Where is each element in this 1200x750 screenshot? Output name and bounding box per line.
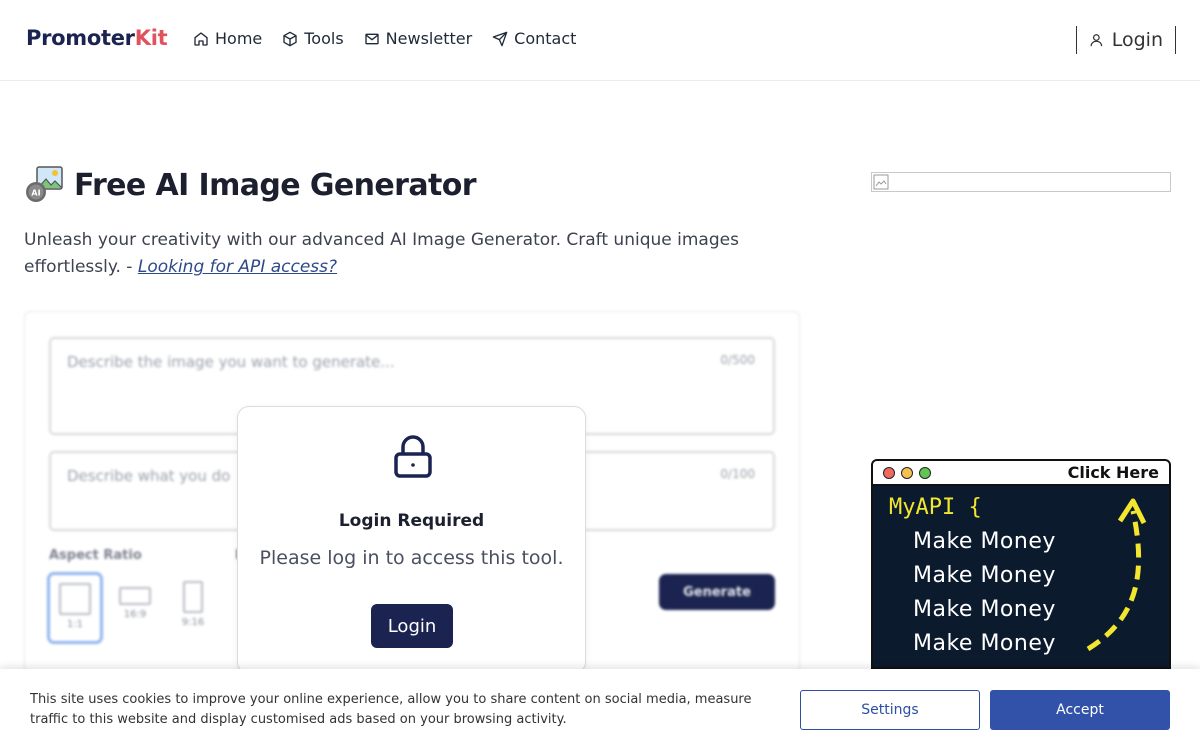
window-dot-green — [919, 467, 931, 479]
ad-make-money-1: Make Money — [913, 529, 1056, 554]
negative-prompt-placeholder: Describe what you do — [67, 467, 231, 485]
prompt-char-counter: 0/500 — [720, 353, 755, 367]
cookie-text: This site uses cookies to improve your o… — [30, 692, 752, 727]
portrait-shape-icon — [183, 581, 203, 613]
generate-button[interactable]: Generate — [659, 574, 775, 610]
ad-click-here: Click Here — [1067, 463, 1159, 482]
subtitle-text: Unleash your creativity with our advance… — [24, 230, 739, 277]
ad-make-money-4: Make Money — [913, 631, 1056, 656]
cookie-banner: This site uses cookies to improve your o… — [0, 669, 1200, 750]
ratio-label-16-9: 16:9 — [123, 609, 147, 620]
page-title: Free AI Image Generator — [74, 167, 477, 203]
ratio-label-1-1: 1:1 — [66, 619, 84, 630]
ratio-option-16-9[interactable]: 16:9 — [115, 587, 155, 637]
ai-image-icon: AI — [26, 166, 63, 202]
nav-item-tools[interactable]: Tools — [282, 29, 344, 48]
header-login-label: Login — [1111, 29, 1163, 51]
lock-icon — [394, 435, 432, 478]
site-header: PromoterKit Home Tools Newsletter Contac… — [0, 0, 1200, 81]
logo-text-accent: Kit — [134, 26, 168, 50]
cookie-accept-button[interactable]: Accept — [990, 690, 1170, 730]
modal-login-button[interactable]: Login — [371, 604, 453, 648]
ratio-option-1-1[interactable]: 1:1 — [47, 572, 103, 644]
api-ad-banner[interactable]: Click Here MyAPI { Make Money Make Money… — [871, 459, 1171, 669]
cookie-settings-button[interactable]: Settings — [800, 690, 980, 730]
ratio-label-9-16: 9:16 — [181, 617, 205, 628]
nav-label-newsletter: Newsletter — [385, 29, 473, 48]
window-dot-yellow — [901, 467, 913, 479]
send-icon — [492, 31, 508, 46]
window-dot-red — [883, 467, 895, 479]
modal-heading: Login Required — [338, 511, 485, 531]
ad-code-line: MyAPI { — [889, 495, 982, 520]
broken-image-icon — [873, 174, 889, 190]
broken-ad-image[interactable] — [871, 172, 1171, 192]
square-shape-icon — [59, 583, 91, 615]
negative-char-counter: 0/100 — [720, 467, 755, 481]
site-logo[interactable]: PromoterKit — [26, 26, 168, 50]
nav-label-tools: Tools — [304, 29, 344, 48]
mail-icon — [365, 33, 379, 44]
page-heading: AI Free AI Image Generator — [24, 165, 477, 205]
api-access-link[interactable]: Looking for API access? — [138, 257, 337, 277]
svg-text:AI: AI — [31, 189, 40, 198]
cube-icon — [283, 31, 297, 46]
home-icon — [194, 31, 208, 46]
user-icon — [1090, 34, 1103, 47]
login-required-modal: Login Required Please log in to access t… — [237, 406, 586, 674]
nav-item-home[interactable]: Home — [193, 29, 262, 48]
header-login-button[interactable]: Login — [1076, 26, 1176, 54]
nav-item-contact[interactable]: Contact — [492, 29, 576, 48]
main-nav: Home Tools Newsletter Contact — [193, 29, 576, 48]
landscape-shape-icon — [119, 587, 151, 605]
logo-text-primary: Promoter — [26, 26, 135, 50]
dashed-arrow-icon — [1086, 498, 1147, 652]
page-subtitle: Unleash your creativity with our advance… — [24, 227, 804, 281]
prompt-placeholder: Describe the image you want to generate.… — [67, 353, 395, 371]
nav-label-contact: Contact — [514, 29, 577, 48]
nav-item-newsletter[interactable]: Newsletter — [364, 29, 473, 48]
modal-message: Please log in to access this tool. — [259, 547, 564, 569]
aspect-ratio-label: Aspect Ratio — [49, 548, 142, 563]
ratio-option-9-16[interactable]: 9:16 — [173, 581, 213, 637]
ad-window-bar: Click Here — [873, 461, 1169, 486]
ad-make-money-3: Make Money — [913, 597, 1056, 622]
ad-make-money-2: Make Money — [913, 563, 1056, 588]
nav-label-home: Home — [215, 29, 263, 48]
